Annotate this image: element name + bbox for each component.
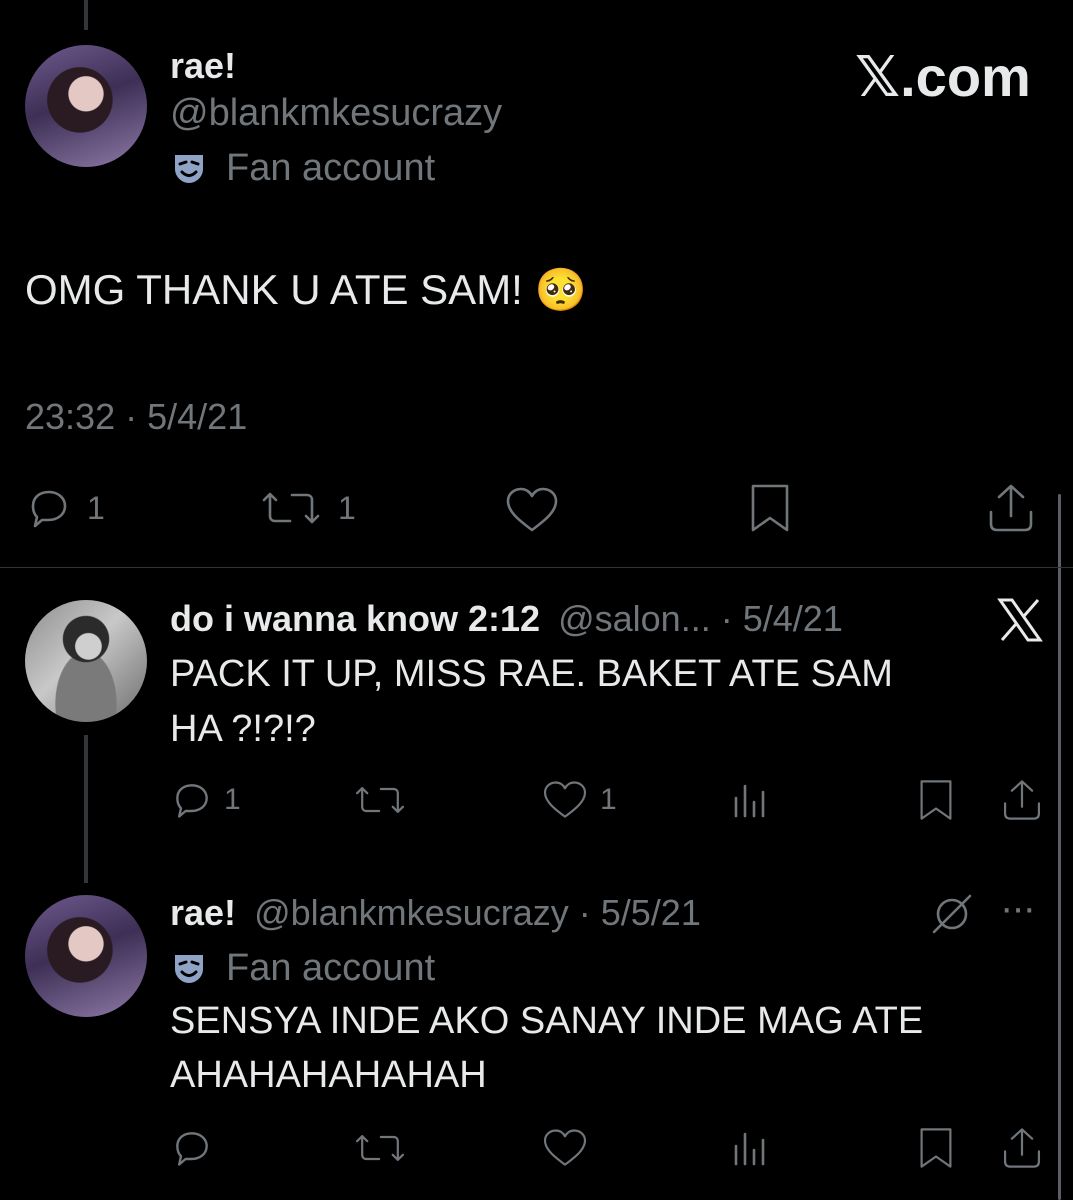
heart-icon: [506, 487, 558, 532]
reply-icon: [25, 484, 73, 532]
separator-dot: ·: [125, 396, 138, 437]
retweet-icon: [355, 1135, 405, 1161]
divider: [0, 567, 1073, 568]
reply-text-line-2: HA ?!?!?: [170, 708, 316, 750]
views-button[interactable]: [728, 778, 772, 822]
reply-icon: [170, 778, 214, 822]
share-button[interactable]: [1000, 776, 1044, 824]
fan-account-label: Fan account: [170, 146, 435, 190]
like-button[interactable]: 1: [540, 778, 617, 822]
like-button[interactable]: [502, 484, 562, 536]
retweet-count: 1: [338, 489, 356, 526]
grok-button[interactable]: [928, 890, 976, 938]
separator-dot: ·: [578, 892, 591, 933]
reply-count: 1: [224, 783, 241, 816]
avatar[interactable]: [25, 895, 147, 1017]
retweet-icon: [258, 484, 324, 532]
retweet-button[interactable]: [352, 778, 408, 822]
reply-icon: [176, 1132, 208, 1166]
display-name[interactable]: rae!: [170, 892, 236, 933]
handle[interactable]: @salon...: [558, 598, 711, 639]
bookmark-button[interactable]: [744, 480, 796, 536]
reply-button[interactable]: 1: [170, 778, 241, 822]
reply-date[interactable]: 5/4/21: [743, 598, 843, 639]
reply-header: rae! @blankmkesucrazy · 5/5/21: [170, 892, 701, 934]
heart-icon: [543, 1129, 587, 1166]
display-name[interactable]: do i wanna know 2:12: [170, 598, 540, 639]
reply-text-line-1: PACK IT UP, MISS RAE. BAKET ATE SAM: [170, 653, 893, 695]
tweet-date: 5/4/21: [147, 396, 248, 437]
reply-count: 1: [87, 489, 105, 526]
share-button[interactable]: [1000, 1124, 1044, 1172]
fan-account-label: Fan account: [170, 946, 435, 990]
avatar[interactable]: [25, 45, 147, 167]
reply-text-line-2: AHAHAHAHAHAH: [170, 1054, 487, 1096]
bookmark-icon: [751, 484, 789, 532]
tweet-time: 23:32: [25, 396, 116, 437]
handle[interactable]: @blankmkesucrazy: [170, 92, 502, 135]
bookmark-button[interactable]: [914, 1124, 958, 1172]
reply-text-line-1: SENSYA INDE AKO SANAY INDE MAG ATE: [170, 1000, 924, 1042]
views-icon: [734, 1132, 765, 1166]
bookmark-button[interactable]: [914, 776, 958, 824]
heart-icon: [540, 778, 590, 822]
more-options-button[interactable]: ···: [1000, 886, 1036, 931]
share-icon: [1003, 780, 1041, 820]
grok-icon: [932, 894, 972, 934]
thread-line: [84, 735, 88, 883]
reply-header: do i wanna know 2:12 @salon... · 5/4/21: [170, 598, 843, 640]
theater-mask-icon: [170, 949, 208, 987]
tweet-timestamp[interactable]: 23:32 · 5/4/21: [25, 396, 247, 438]
bookmark-icon: [920, 1128, 952, 1168]
display-name[interactable]: rae!: [170, 45, 236, 87]
theater-mask-icon: [170, 149, 208, 187]
bookmark-icon: [920, 780, 952, 820]
fan-account-text: Fan account: [226, 146, 436, 189]
x-com-watermark: 𝕏.com: [855, 45, 1031, 108]
reply-date[interactable]: 5/5/21: [601, 892, 701, 933]
views-icon: [734, 784, 765, 818]
share-icon: [1003, 1128, 1041, 1168]
like-count: 1: [600, 783, 617, 816]
like-button[interactable]: [540, 1126, 590, 1170]
retweet-icon: [355, 787, 405, 813]
x-logo-icon: [996, 596, 1044, 644]
retweet-button[interactable]: 1: [258, 484, 356, 532]
retweet-button[interactable]: [352, 1126, 408, 1170]
fan-account-text: Fan account: [226, 946, 436, 989]
avatar[interactable]: [25, 600, 147, 722]
tweet-text: OMG THANK U ATE SAM! 🥺: [25, 266, 587, 313]
handle[interactable]: @blankmkesucrazy: [254, 892, 569, 933]
separator-dot: ·: [720, 598, 733, 639]
thread-line-top: [84, 0, 88, 30]
share-icon: [989, 484, 1033, 532]
views-button[interactable]: [728, 1126, 772, 1170]
share-button[interactable]: [985, 480, 1037, 536]
reply-button[interactable]: 1: [25, 484, 105, 532]
scrollbar[interactable]: [1058, 494, 1061, 1200]
reply-button[interactable]: [170, 1126, 214, 1170]
